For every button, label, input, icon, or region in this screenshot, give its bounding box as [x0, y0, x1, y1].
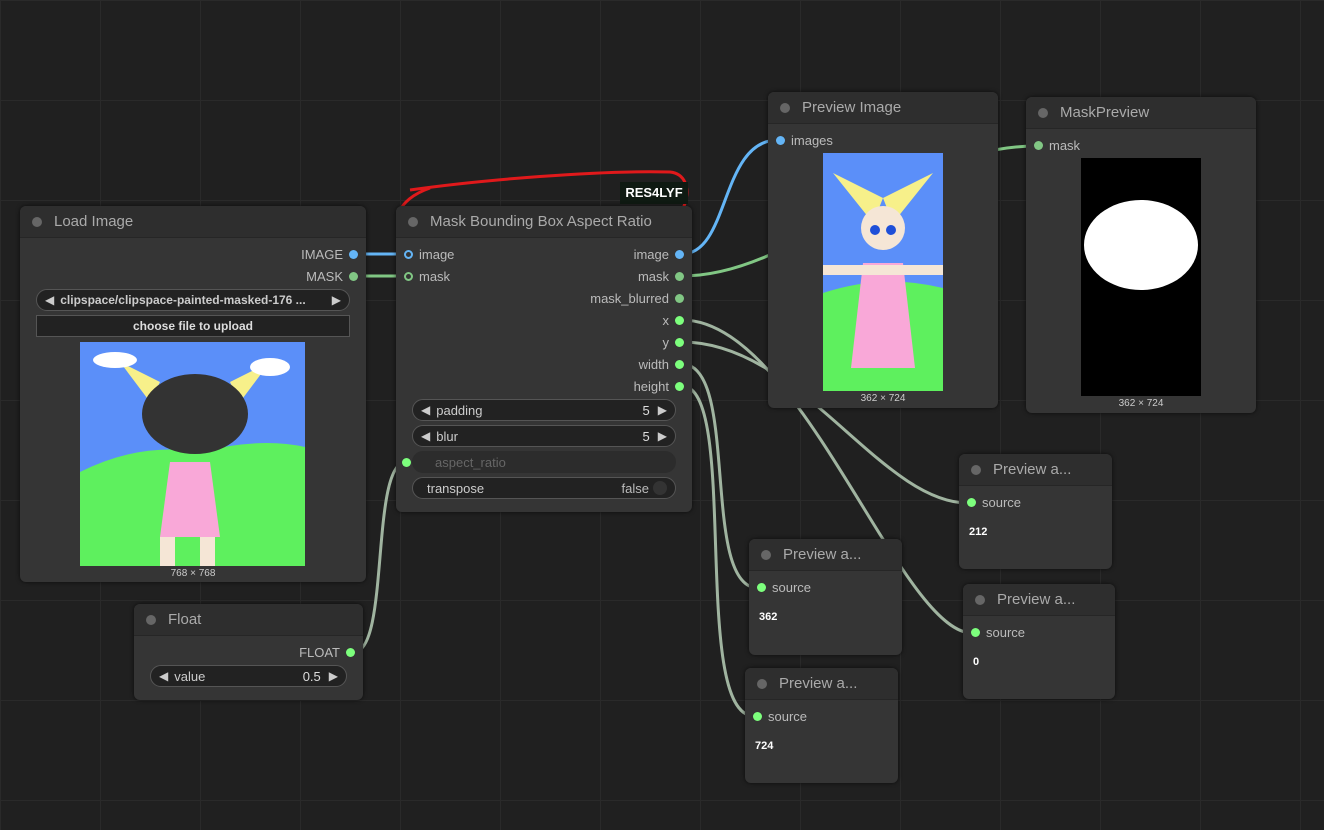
input-image[interactable]: image [404, 247, 454, 262]
input-pin[interactable] [967, 498, 976, 507]
output-pin[interactable] [349, 272, 358, 281]
input-mask[interactable]: mask [1034, 138, 1080, 153]
node-title[interactable]: Preview Image [768, 92, 998, 124]
collapse-dot[interactable] [146, 614, 156, 625]
value-stepper[interactable]: ◀ value 0.5 ▶ [150, 665, 347, 687]
wire-image-preview [681, 138, 779, 256]
input-source[interactable]: source [753, 709, 807, 724]
output-pin[interactable] [675, 382, 684, 391]
collapse-dot[interactable] [408, 216, 418, 227]
float-node[interactable]: Float FLOAT ◀ value 0.5 ▶ [134, 604, 363, 700]
output-mask-blurred[interactable]: mask_blurred [590, 291, 684, 306]
node-title[interactable]: Mask Bounding Box Aspect Ratio [396, 206, 692, 238]
aspect-ratio-input-pin[interactable] [402, 458, 411, 467]
left-arrow-icon[interactable]: ◀ [159, 669, 168, 683]
right-arrow-icon[interactable]: ▶ [329, 669, 338, 683]
output-mask[interactable]: mask [638, 269, 684, 284]
output-float[interactable]: FLOAT [299, 645, 355, 660]
preview-value: 0 [973, 656, 980, 668]
mask-image [1081, 158, 1201, 396]
input-pin[interactable] [757, 583, 766, 592]
node-title[interactable]: Preview a... [749, 539, 902, 571]
input-pin[interactable] [404, 250, 413, 259]
collapse-dot[interactable] [32, 216, 42, 227]
wire-height [681, 384, 755, 718]
image-preview [823, 153, 943, 391]
output-height[interactable]: height [634, 379, 684, 394]
preview-any-x-node[interactable]: Preview a... source 0 [963, 584, 1115, 699]
output-pin[interactable] [675, 250, 684, 259]
right-arrow-icon[interactable]: ▶ [332, 293, 341, 307]
input-source[interactable]: source [967, 495, 1021, 510]
image-select[interactable]: ◀ clipspace/clipspace-painted-masked-176 … [36, 289, 350, 311]
toggle-knob[interactable] [653, 481, 667, 495]
input-source[interactable]: source [757, 580, 811, 595]
left-arrow-icon[interactable]: ◀ [45, 293, 54, 307]
image-preview [80, 342, 305, 566]
node-title[interactable]: Preview a... [963, 584, 1115, 616]
node-title[interactable]: Float [134, 604, 363, 636]
collapse-dot[interactable] [971, 464, 981, 475]
output-pin[interactable] [675, 360, 684, 369]
input-pin[interactable] [753, 712, 762, 721]
preview-any-width-node[interactable]: Preview a... source 362 [749, 539, 902, 655]
left-arrow-icon[interactable]: ◀ [421, 403, 430, 417]
blur-stepper[interactable]: ◀ blur 5 ▶ [412, 425, 676, 447]
preview-value: 212 [969, 526, 988, 538]
collapse-dot[interactable] [975, 594, 985, 605]
load-image-node[interactable]: Load Image IMAGE MASK ◀ clipspace/clipspa… [20, 206, 366, 582]
output-image[interactable]: IMAGE [301, 247, 358, 262]
padding-stepper[interactable]: ◀ padding 5 ▶ [412, 399, 676, 421]
output-pin[interactable] [346, 648, 355, 657]
mask-preview-node[interactable]: MaskPreview mask 362 × 724 [1026, 97, 1256, 413]
input-source[interactable]: source [971, 625, 1025, 640]
right-arrow-icon[interactable]: ▶ [658, 429, 667, 443]
wire-width [681, 362, 759, 590]
output-y[interactable]: y [663, 335, 684, 350]
preview-any-y-node[interactable]: Preview a... source 212 [959, 454, 1112, 569]
preview-any-height-node[interactable]: Preview a... source 724 [745, 668, 898, 783]
collapse-dot[interactable] [761, 549, 771, 560]
aspect-ratio-field[interactable]: aspect_ratio [412, 451, 676, 473]
collapse-dot[interactable] [1038, 107, 1048, 118]
transpose-toggle[interactable]: transpose false [412, 477, 676, 499]
preview-value: 724 [755, 740, 774, 752]
input-pin[interactable] [776, 136, 785, 145]
node-title[interactable]: MaskPreview [1026, 97, 1256, 129]
output-x[interactable]: x [663, 313, 684, 328]
output-pin[interactable] [675, 294, 684, 303]
node-title[interactable]: Load Image [20, 206, 366, 238]
input-mask[interactable]: mask [404, 269, 450, 284]
node-title[interactable]: Preview a... [745, 668, 898, 700]
input-images[interactable]: images [776, 133, 833, 148]
node-title[interactable]: Preview a... [959, 454, 1112, 486]
input-pin[interactable] [404, 272, 413, 281]
preview-image-node[interactable]: Preview Image images 362 × 724 [768, 92, 998, 408]
output-pin[interactable] [675, 338, 684, 347]
output-width[interactable]: width [639, 357, 684, 372]
output-image[interactable]: image [634, 247, 684, 262]
input-pin[interactable] [971, 628, 980, 637]
res4lyf-badge: RES4LYF [620, 182, 688, 204]
collapse-dot[interactable] [780, 102, 790, 113]
mask-bbox-node[interactable]: Mask Bounding Box Aspect Ratio image mas… [396, 206, 692, 512]
upload-button[interactable]: choose file to upload [36, 315, 350, 337]
output-pin[interactable] [675, 272, 684, 281]
collapse-dot[interactable] [757, 678, 767, 689]
output-pin[interactable] [349, 250, 358, 259]
preview-value: 362 [759, 611, 778, 623]
right-arrow-icon[interactable]: ▶ [658, 403, 667, 417]
output-pin[interactable] [675, 316, 684, 325]
left-arrow-icon[interactable]: ◀ [421, 429, 430, 443]
input-pin[interactable] [1034, 141, 1043, 150]
output-mask[interactable]: MASK [306, 269, 358, 284]
